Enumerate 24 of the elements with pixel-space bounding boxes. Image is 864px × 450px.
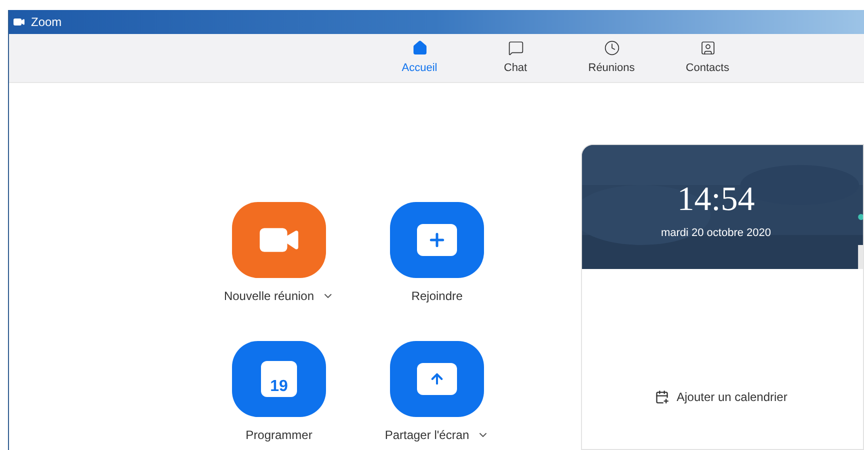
add-calendar-link[interactable]: Ajouter un calendrier (654, 387, 788, 407)
action-button[interactable] (390, 202, 484, 278)
contacts-icon (700, 40, 716, 56)
nav-tab[interactable]: Chat (468, 34, 564, 82)
calendar-icon: 19 (261, 361, 297, 397)
action-button[interactable]: 19 (232, 341, 326, 417)
window-title: Zoom (31, 14, 62, 31)
nav-tab[interactable]: Accueil (372, 34, 468, 82)
date-text: mardi 20 octobre 2020 (660, 226, 772, 241)
app-icon (13, 16, 25, 28)
chat-icon (508, 40, 524, 56)
action-label: Nouvelle réunion (224, 288, 314, 305)
nav-tab[interactable]: Contacts (660, 34, 756, 82)
action-label: Partager l'écran (384, 427, 470, 444)
calendar-plus-icon (654, 390, 669, 404)
action-button[interactable] (232, 202, 326, 278)
home-icon (412, 40, 428, 56)
nav-tab[interactable]: Réunions (564, 34, 660, 82)
clock-icon (604, 40, 620, 56)
plus-icon (417, 224, 457, 256)
action-label: Rejoindre (411, 288, 463, 305)
clock-time: 14:54 (677, 183, 755, 217)
action-button[interactable] (390, 341, 484, 417)
action-label: Programmer (246, 427, 312, 444)
